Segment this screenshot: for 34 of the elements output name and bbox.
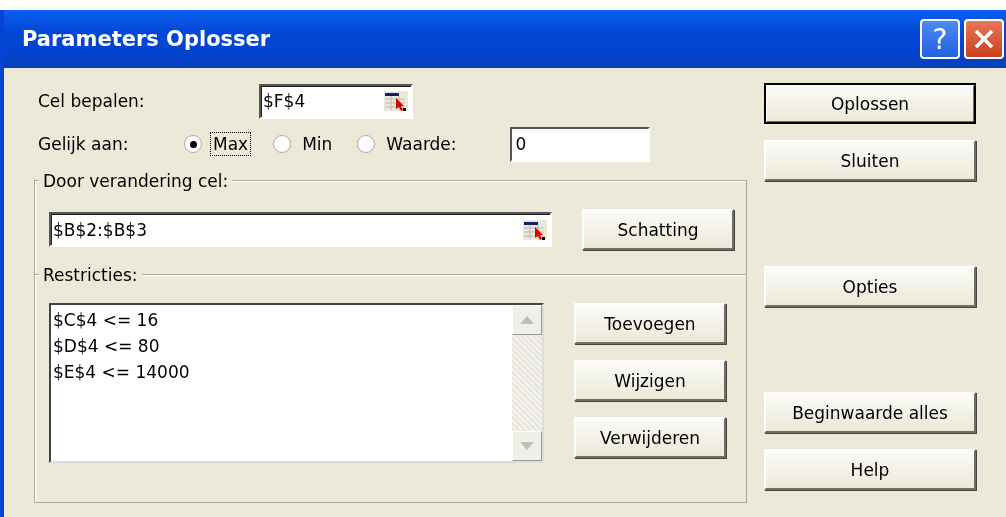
field-value: $F$4 <box>263 91 306 111</box>
cell-reference-field[interactable]: $F$4 <box>259 83 413 119</box>
scrollbar[interactable] <box>512 305 542 461</box>
dialog-button[interactable]: Help <box>764 449 976 490</box>
dialog-button[interactable]: Opties <box>764 266 976 307</box>
constraint-button[interactable]: Wijzigen <box>574 360 726 401</box>
range-picker-icon[interactable] <box>383 90 409 112</box>
range-picker-icon[interactable] <box>522 218 548 241</box>
up-arrow-icon <box>520 316 534 324</box>
radio-option[interactable]: Min <box>273 132 336 156</box>
radio-option[interactable]: Waarde: <box>357 132 460 156</box>
scroll-up-button[interactable] <box>512 305 542 335</box>
dialog-button[interactable]: Oplossen <box>764 83 976 124</box>
close-icon <box>973 28 995 50</box>
constraint-item[interactable]: $D$4 <= 80 <box>53 333 510 359</box>
field-label: Cel bepalen: <box>37 91 146 111</box>
constraint-button[interactable]: Verwijderen <box>574 417 726 458</box>
down-arrow-icon <box>520 442 534 450</box>
constraints-list[interactable]: $C$4 <= 16 $D$4 <= 80 $E$4 <= 14000 <box>49 303 544 463</box>
window-title: Parameters Oplosser <box>22 27 272 51</box>
group-legend: Door verandering cel: <box>39 171 233 191</box>
constraint-item[interactable]: $C$4 <= 16 <box>53 307 510 333</box>
value-field[interactable]: 0 <box>509 126 650 162</box>
guess-button[interactable]: Schatting <box>582 209 734 250</box>
scroll-down-button[interactable] <box>512 431 542 461</box>
help-button[interactable]: ? <box>920 19 960 59</box>
close-button[interactable] <box>964 19 1004 59</box>
cell-reference-field[interactable]: $B$2:$B$3 <box>49 212 552 247</box>
constraint-item[interactable]: $E$4 <= 14000 <box>53 359 510 385</box>
constraint-button[interactable]: Toevoegen <box>574 303 726 344</box>
field-label: Gelijk aan: <box>37 134 130 154</box>
dialog-button[interactable]: Beginwaarde alles <box>764 392 976 433</box>
dialog-button[interactable]: Sluiten <box>764 140 976 181</box>
field-value: $B$2:$B$3 <box>53 219 147 240</box>
